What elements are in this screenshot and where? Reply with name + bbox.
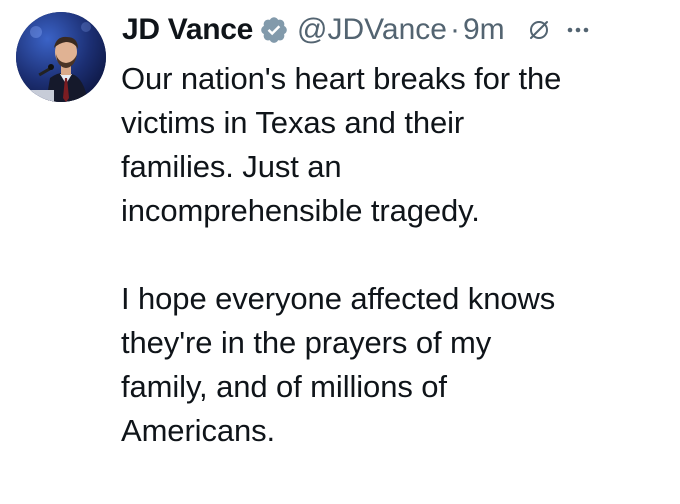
timestamp[interactable]: 9m	[463, 13, 505, 47]
grok-icon[interactable]	[527, 18, 551, 42]
avatar[interactable]	[16, 12, 106, 102]
more-options-icon[interactable]	[565, 18, 591, 42]
tweet-text: Our nation's heart breaks for the victim…	[121, 61, 562, 448]
verified-badge-icon[interactable]	[259, 15, 289, 45]
tweet-card: JD Vance @JDVance · 9m Our nation's hear…	[0, 0, 680, 504]
separator-dot: ·	[450, 13, 460, 46]
display-name[interactable]: JD Vance	[122, 13, 253, 47]
author-handle[interactable]: @JDVance	[297, 13, 447, 47]
avatar-photo-icon	[16, 12, 106, 102]
tweet-header: JD Vance @JDVance · 9m	[122, 10, 591, 50]
